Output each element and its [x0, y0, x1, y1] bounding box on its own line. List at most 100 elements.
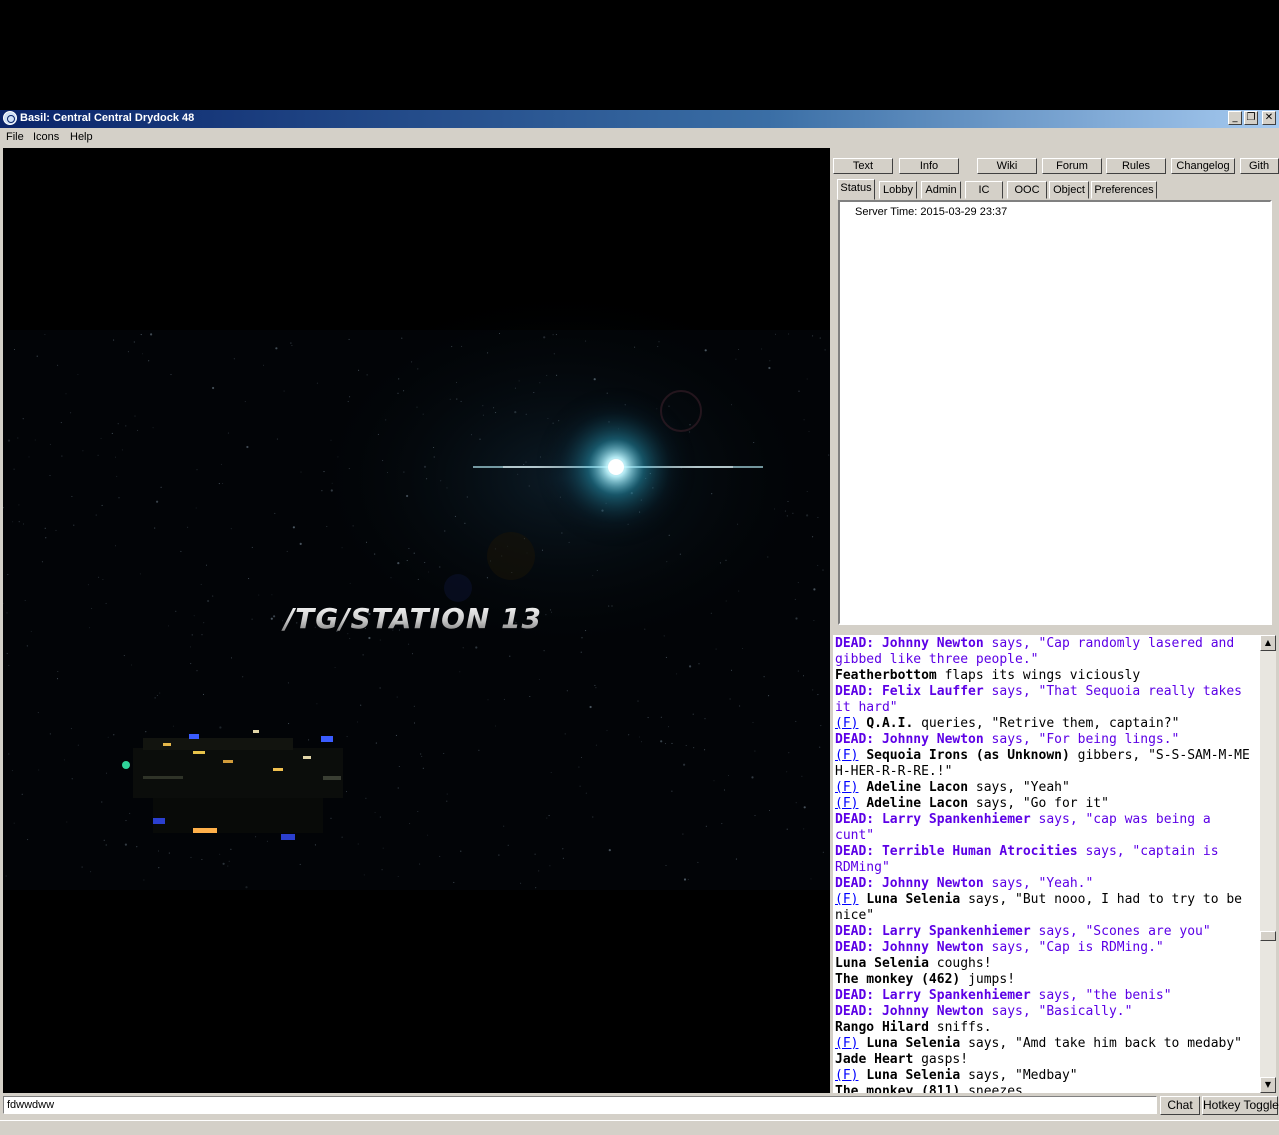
chat-scrollbar[interactable]: ▲ ▼ [1260, 635, 1276, 1093]
follow-link[interactable]: (F) [835, 780, 858, 795]
chat-button[interactable]: Chat [1160, 1096, 1200, 1115]
dead-prefix: DEAD: [835, 940, 875, 955]
scroll-down-icon[interactable]: ▼ [1260, 1077, 1276, 1093]
title-screen-art: /TG/STATION 13 [3, 148, 830, 1093]
window-title: Basil: Central Central Drydock 48 [20, 112, 195, 124]
dead-prefix: DEAD: [835, 812, 875, 827]
input-bar: Chat Hotkey Toggle [0, 1094, 1279, 1118]
github-button[interactable]: Gith [1240, 158, 1279, 174]
follow-link[interactable]: (F) [835, 892, 858, 907]
chat-message: DEAD: Johnny Newton says, "For being lin… [835, 732, 1257, 748]
tab-object[interactable]: Object [1049, 181, 1089, 199]
chat-message: DEAD: Johnny Newton says, "Basically." [835, 1004, 1257, 1020]
message-text: says, "Amd take him back to medaby" [968, 1036, 1242, 1051]
message-text: says, "Yeah" [975, 780, 1070, 795]
tab-status[interactable]: Status [837, 179, 875, 200]
close-button[interactable]: ✕ [1262, 111, 1276, 125]
message-text: flaps its wings viciously [944, 668, 1141, 683]
tab-admin[interactable]: Admin [921, 181, 961, 199]
dead-prefix: DEAD: [835, 924, 875, 939]
info-button[interactable]: Info [899, 158, 959, 174]
speaker-name: Luna Selenia [835, 956, 929, 971]
chat-message: DEAD: Larry Spankenhiemer says, "cap was… [835, 812, 1257, 844]
message-text: gasps! [921, 1052, 969, 1067]
chat-message: DEAD: Johnny Newton says, "Yeah." [835, 876, 1257, 892]
message-text: says, "For being lings." [991, 732, 1180, 747]
menu-file[interactable]: File [6, 131, 24, 143]
follow-link[interactable]: (F) [835, 796, 858, 811]
menu-icons[interactable]: Icons [33, 131, 59, 143]
speaker-name: Luna Selenia [866, 1036, 961, 1051]
chat-message: The monkey (811) sneezes. [835, 1084, 1257, 1093]
changelog-button[interactable]: Changelog [1171, 158, 1235, 174]
minimize-button[interactable]: _ [1228, 111, 1242, 125]
chat-message: (F) Adeline Lacon says, "Yeah" [835, 780, 1257, 796]
restore-button[interactable]: ❐ [1244, 111, 1258, 125]
text-button[interactable]: Text [833, 158, 893, 174]
chat-message: The monkey (462) jumps! [835, 972, 1257, 988]
chat-output[interactable]: DEAD: Johnny Newton says, "Cap randomly … [833, 635, 1276, 1093]
tab-ic[interactable]: IC [965, 181, 1003, 199]
chat-message: (F) Sequoia Irons (as Unknown) gibbers, … [835, 748, 1257, 780]
speaker-name: The monkey (462) [835, 972, 961, 987]
tab-lobby[interactable]: Lobby [879, 181, 917, 199]
speaker-name: Adeline Lacon [866, 780, 969, 795]
message-text: sneezes. [968, 1084, 1031, 1093]
speaker-name: Larry Spankenhiemer [881, 988, 1031, 1003]
tab-preferences[interactable]: Preferences [1091, 181, 1157, 199]
speaker-name: Johnny Newton [881, 732, 984, 747]
speaker-name: Johnny Newton [881, 636, 984, 651]
game-map-view[interactable]: /TG/STATION 13 [3, 148, 830, 1093]
chat-message: (F) Luna Selenia says, "Amd take him bac… [835, 1036, 1257, 1052]
speaker-name: Larry Spankenhiemer [881, 924, 1031, 939]
speaker-name: Larry Spankenhiemer [881, 812, 1031, 827]
dead-prefix: DEAD: [835, 732, 875, 747]
message-text: says, "the benis" [1038, 988, 1172, 1003]
message-text: says, "Go for it" [975, 796, 1109, 811]
title-bar[interactable]: Basil: Central Central Drydock 48 _ ❐ ✕ [0, 110, 1279, 128]
rules-button[interactable]: Rules [1106, 158, 1166, 174]
follow-link[interactable]: (F) [835, 716, 858, 731]
status-panel: Server Time: 2015-03-29 23:37 [838, 200, 1272, 625]
message-text: sniffs. [936, 1020, 992, 1035]
forum-button[interactable]: Forum [1042, 158, 1102, 174]
dead-prefix: DEAD: [835, 684, 875, 699]
scroll-thumb[interactable] [1260, 931, 1276, 941]
speaker-name: Johnny Newton [881, 940, 984, 955]
chat-message: DEAD: Larry Spankenhiemer says, "Scones … [835, 924, 1257, 940]
chat-message: Jade Heart gasps! [835, 1052, 1257, 1068]
chat-message: DEAD: Johnny Newton says, "Cap is RDMing… [835, 940, 1257, 956]
command-input[interactable] [3, 1096, 1157, 1114]
follow-link[interactable]: (F) [835, 748, 858, 763]
dead-prefix: DEAD: [835, 636, 875, 651]
follow-link[interactable]: (F) [835, 1036, 858, 1051]
menu-bar: File Icons Help [0, 128, 1279, 147]
message-text: says, "Cap is RDMing." [991, 940, 1164, 955]
follow-link[interactable]: (F) [835, 1068, 858, 1083]
speaker-name: Felix Lauffer [881, 684, 984, 699]
dead-prefix: DEAD: [835, 1004, 875, 1019]
dead-prefix: DEAD: [835, 876, 875, 891]
speaker-name: Luna Selenia [866, 1068, 961, 1083]
speaker-name: The monkey (811) [835, 1084, 961, 1093]
message-text: coughs! [936, 956, 992, 971]
speaker-name: Featherbottom [835, 668, 937, 683]
message-text: says, "Medbay" [968, 1068, 1078, 1083]
wiki-button[interactable]: Wiki [977, 158, 1037, 174]
chat-message: (F) Luna Selenia says, "Medbay" [835, 1068, 1257, 1084]
menu-help[interactable]: Help [70, 131, 93, 143]
message-text: says, "Scones are you" [1038, 924, 1211, 939]
speaker-name: Terrible Human Atrocities [881, 844, 1078, 859]
tab-ooc[interactable]: OOC [1007, 181, 1047, 199]
server-time: Server Time: 2015-03-29 23:37 [855, 206, 1008, 218]
speaker-name: Q.A.I. [866, 716, 914, 731]
dead-prefix: DEAD: [835, 988, 875, 1003]
chat-message: (F) Luna Selenia says, "But nooo, I had … [835, 892, 1257, 924]
speaker-name: Luna Selenia [866, 892, 961, 907]
side-panel: Text Info Wiki Forum Rules Changelog Git… [833, 148, 1279, 1093]
byond-globe-icon [3, 111, 17, 125]
hotkey-toggle-button[interactable]: Hotkey Toggle [1202, 1096, 1279, 1115]
scroll-up-icon[interactable]: ▲ [1260, 635, 1276, 651]
chat-log: DEAD: Johnny Newton says, "Cap randomly … [835, 636, 1257, 1093]
speaker-name: Jade Heart [835, 1052, 914, 1067]
